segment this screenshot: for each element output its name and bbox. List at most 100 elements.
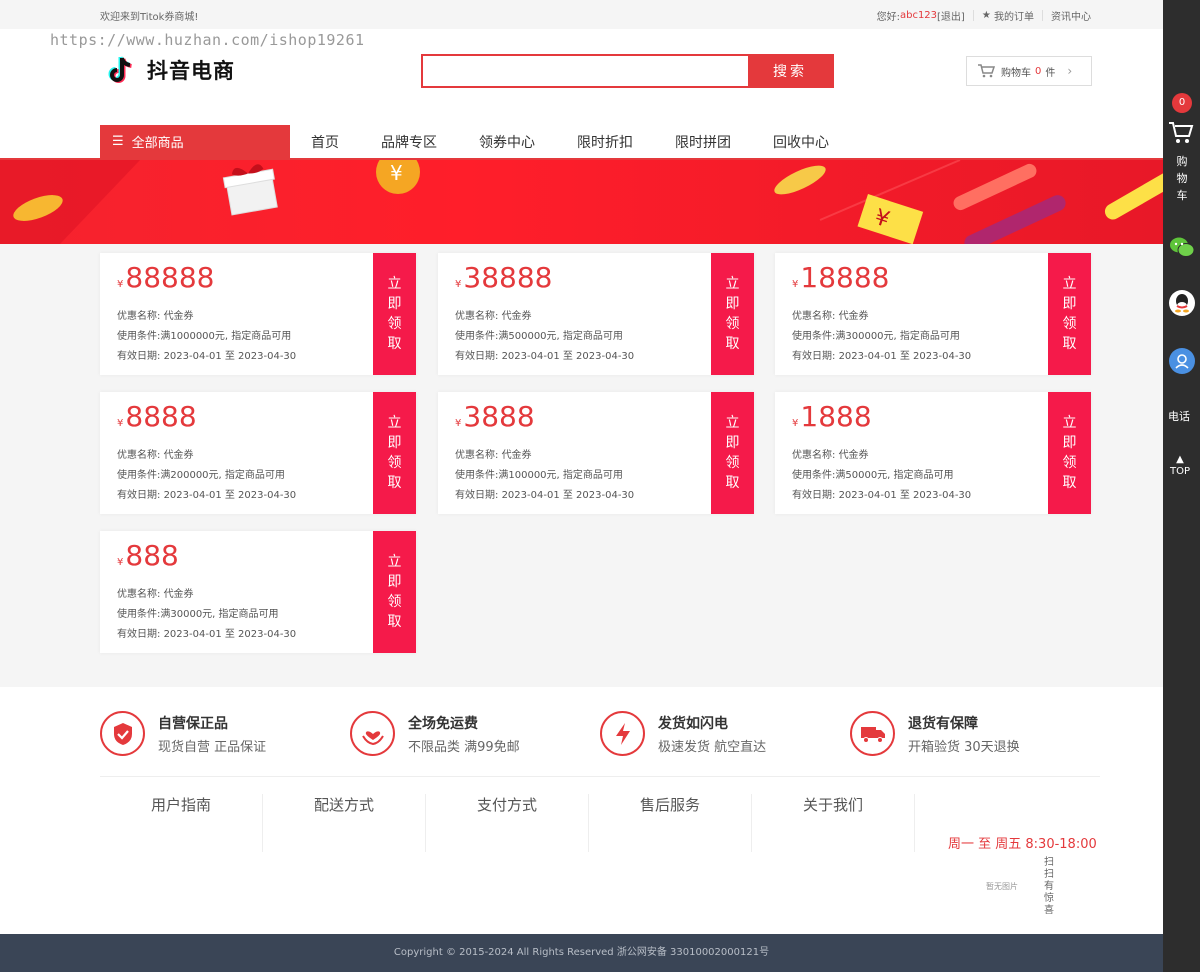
coupon-dates: 2023-04-01 至 2023-04-30: [163, 629, 297, 640]
welcome-text: 欢迎来到Titok券商城!: [100, 12, 199, 23]
claim-char: 取: [1062, 475, 1077, 491]
coupon-condition-row: 使用条件:满500000元, 指定商品可用: [455, 327, 634, 347]
nav-link-home[interactable]: 首页: [290, 132, 360, 152]
coupon-info: 优惠名称: 代金券 使用条件:满200000元, 指定商品可用 有效日期: 20…: [117, 446, 296, 506]
help-link-user-guide[interactable]: 用户指南: [100, 794, 263, 852]
divider: [972, 10, 974, 21]
claim-coupon-button[interactable]: 立 即 领 取: [1045, 253, 1091, 375]
nav-link-group-buy[interactable]: 限时拼团: [654, 132, 752, 152]
sidebar-cart-label[interactable]: 购物车: [1175, 153, 1189, 204]
coupon-info: 优惠名称: 代金券 使用条件:满300000元, 指定商品可用 有效日期: 20…: [792, 307, 971, 367]
yen-sign: ¥: [117, 557, 124, 568]
coupon-condition-label: 使用条件:: [117, 609, 161, 620]
coupon-condition-label: 使用条件:: [117, 331, 161, 342]
qr-placeholder-text: 暂无图片: [986, 882, 1018, 891]
coupon-condition-label: 使用条件:: [455, 331, 499, 342]
yen-sign: ¥: [455, 418, 462, 429]
nav-link-coupons[interactable]: 领券中心: [458, 132, 556, 152]
claim-char: 取: [387, 475, 402, 491]
service-item: 退货有保障 开箱验货 30天退换: [850, 711, 1020, 756]
caret-up-icon: ▲: [1176, 454, 1184, 465]
coupon-card: ¥ 3888 优惠名称: 代金券 使用条件:满100000元, 指定商品可用 有…: [438, 392, 754, 514]
sidebar-phone[interactable]: 电话: [1168, 408, 1190, 424]
nav-link-discount[interactable]: 限时折扣: [556, 132, 654, 152]
service-item: 自营保正品 现货自营 正品保证: [100, 711, 266, 756]
nav-link-recycle[interactable]: 回收中心: [752, 132, 850, 152]
claim-char: 即: [387, 574, 402, 590]
help-link-after-sales[interactable]: 售后服务: [589, 794, 752, 852]
claim-char: 取: [1062, 336, 1077, 352]
claim-coupon-button[interactable]: 立 即 领 取: [370, 531, 416, 653]
coupon-condition-row: 使用条件:满100000元, 指定商品可用: [455, 466, 634, 486]
all-categories-button[interactable]: ☰ 全部商品: [100, 125, 290, 158]
claim-coupon-button[interactable]: 立 即 领 取: [1045, 392, 1091, 514]
wechat-icon[interactable]: [1169, 234, 1195, 260]
logout-link[interactable]: [退出]: [937, 8, 965, 23]
username-link[interactable]: abc123: [900, 10, 937, 21]
coupon-condition-label: 使用条件:: [792, 470, 836, 481]
search-input[interactable]: [423, 56, 748, 86]
service-desc: 极速发货 航空直达: [658, 739, 767, 755]
coupon-dates: 2023-04-01 至 2023-04-30: [501, 351, 635, 362]
my-orders-link[interactable]: 我的订单: [994, 8, 1034, 23]
coupon-amount: ¥ 38888: [455, 261, 552, 294]
coupon-name-label: 优惠名称:: [455, 311, 499, 322]
coupon-name-label: 优惠名称:: [792, 450, 836, 461]
claim-char: 即: [387, 435, 402, 451]
claim-char: 领: [1062, 455, 1077, 471]
all-categories-label: 全部商品: [131, 136, 184, 151]
coupon-card: ¥ 888 优惠名称: 代金券 使用条件:满30000元, 指定商品可用 有效日…: [100, 531, 416, 653]
coupon-condition: 满50000元, 指定商品可用: [835, 470, 954, 481]
coupon-date-label: 有效日期:: [792, 351, 836, 362]
search-button[interactable]: 搜索: [748, 56, 832, 86]
coupon-card: ¥ 18888 优惠名称: 代金券 使用条件:满300000元, 指定商品可用 …: [775, 253, 1091, 375]
coupon-date-row: 有效日期: 2023-04-01 至 2023-04-30: [792, 486, 971, 506]
coupon-name-row: 优惠名称: 代金券: [792, 446, 971, 466]
claim-char: 立: [387, 276, 402, 292]
coupon-name-row: 优惠名称: 代金券: [455, 446, 634, 466]
help-link-about-us[interactable]: 关于我们: [752, 794, 915, 852]
coupon-date-label: 有效日期:: [455, 490, 499, 501]
coupon-name: 代金券: [163, 311, 194, 322]
claim-char: 立: [387, 415, 402, 431]
claim-coupon-button[interactable]: 立 即 领 取: [370, 392, 416, 514]
cart-unit: 件: [1045, 67, 1056, 79]
sidebar-cart-icon[interactable]: [1168, 121, 1194, 148]
coupon-value: 888: [125, 539, 179, 572]
coupon-condition-label: 使用条件:: [117, 470, 161, 481]
cart-badge: 0: [1172, 93, 1192, 113]
qr-caption: 扫扫有惊喜: [1044, 857, 1054, 916]
coupon-card: ¥ 1888 优惠名称: 代金券 使用条件:满50000元, 指定商品可用 有效…: [775, 392, 1091, 514]
coupon-date-row: 有效日期: 2023-04-01 至 2023-04-30: [117, 625, 296, 645]
chevron-right-icon: ›: [1067, 64, 1073, 78]
claim-char: 领: [1062, 316, 1077, 332]
cart-label: 购物车: [1001, 67, 1031, 79]
claim-coupon-button[interactable]: 立 即 领 取: [370, 253, 416, 375]
coupon-amount: ¥ 3888: [455, 400, 535, 433]
customer-service-icon[interactable]: [1169, 348, 1195, 374]
coupon-name: 代金券: [163, 450, 194, 461]
claim-coupon-button[interactable]: 立 即 领 取: [708, 392, 754, 514]
help-link-payment[interactable]: 支付方式: [426, 794, 589, 852]
help-link-delivery[interactable]: 配送方式: [263, 794, 426, 852]
coupon-card: ¥ 38888 优惠名称: 代金券 使用条件:满500000元, 指定商品可用 …: [438, 253, 754, 375]
coupon-condition-row: 使用条件:满50000元, 指定商品可用: [792, 466, 971, 486]
coupon-date-label: 有效日期:: [117, 629, 161, 640]
claim-char: 取: [387, 614, 402, 630]
qq-icon[interactable]: [1169, 290, 1195, 316]
coupon-date-label: 有效日期:: [792, 490, 836, 501]
header-cart-button[interactable]: 购物车 0 件 ›: [966, 56, 1092, 86]
news-center-link[interactable]: 资讯中心: [1051, 8, 1091, 23]
claim-char: 即: [1062, 435, 1077, 451]
coupon-dates: 2023-04-01 至 2023-04-30: [501, 490, 635, 501]
search-box: 搜索: [421, 54, 834, 88]
claim-coupon-button[interactable]: 立 即 领 取: [708, 253, 754, 375]
nav-link-brands[interactable]: 品牌专区: [360, 132, 458, 152]
back-to-top-button[interactable]: ▲ TOP: [1170, 454, 1190, 478]
service-item: 发货如闪电 极速发货 航空直达: [600, 711, 766, 756]
claim-char: 领: [725, 316, 740, 332]
service-title: 发货如闪电: [658, 715, 728, 732]
coupon-name: 代金券: [163, 589, 194, 600]
coupon-card: ¥ 8888 优惠名称: 代金券 使用条件:满200000元, 指定商品可用 有…: [100, 392, 416, 514]
site-logo[interactable]: 抖音电商: [105, 55, 235, 85]
